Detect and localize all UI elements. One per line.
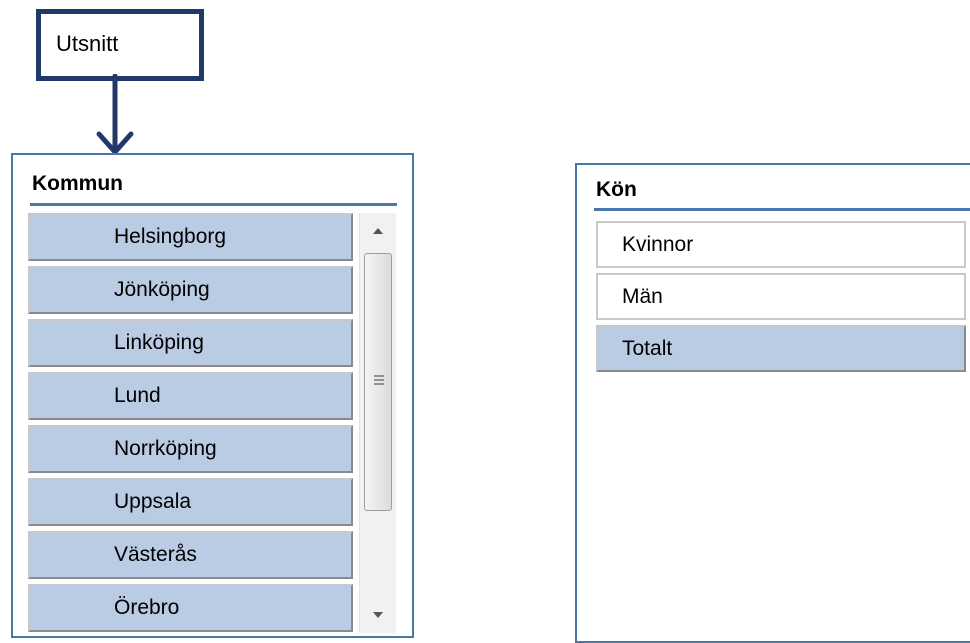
kommun-item-vasteras[interactable]: Västerås: [28, 531, 353, 579]
triangle-up-icon[interactable]: [360, 213, 396, 249]
kommun-item-norrkoping[interactable]: Norrköping: [28, 425, 353, 473]
kon-item-totalt[interactable]: Totalt: [596, 325, 966, 372]
kon-title: Kön: [596, 178, 637, 201]
kommun-title: Kommun: [32, 172, 123, 195]
kommun-item-helsingborg[interactable]: Helsingborg: [28, 213, 353, 261]
kommun-item-jonkoping[interactable]: Jönköping: [28, 266, 353, 314]
utsnitt-callout: Utsnitt: [36, 9, 204, 81]
kommun-item-linkoping[interactable]: Linköping: [28, 319, 353, 367]
callout-label: Utsnitt: [56, 31, 119, 56]
kommun-item-lund[interactable]: Lund: [28, 372, 353, 420]
kon-title-rule: [594, 208, 970, 211]
kommun-scrollbar[interactable]: [359, 213, 396, 633]
kon-item-man[interactable]: Män: [596, 273, 966, 320]
scroll-thumb[interactable]: [364, 253, 392, 511]
kon-panel: Kön Kvinnor Män Totalt: [575, 163, 970, 643]
kommun-title-rule: [30, 203, 397, 206]
kon-list: Kvinnor Män Totalt: [596, 221, 966, 377]
arrow-down-icon: [96, 74, 134, 155]
triangle-down-icon[interactable]: [360, 597, 396, 633]
grip-lines-icon: [374, 375, 384, 385]
kommun-list: Helsingborg Jönköping Linköping Lund Nor…: [28, 213, 353, 633]
kon-item-kvinnor[interactable]: Kvinnor: [596, 221, 966, 268]
kommun-panel: Kommun Helsingborg Jönköping Linköping L…: [11, 153, 414, 638]
kommun-item-uppsala[interactable]: Uppsala: [28, 478, 353, 526]
kommun-item-orebro[interactable]: Örebro: [28, 584, 353, 632]
